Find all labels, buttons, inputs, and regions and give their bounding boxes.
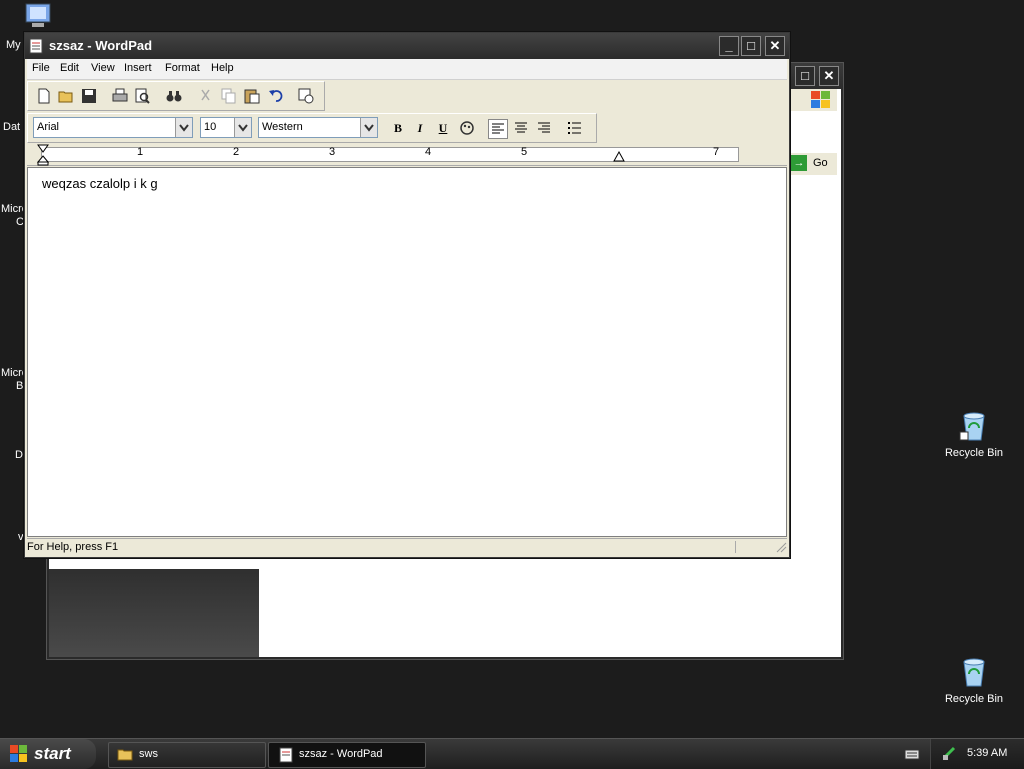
ruler-number: 5: [521, 146, 528, 158]
menu-bar: File Edit View Insert Format Help: [27, 59, 787, 80]
desktop-label-b: B: [16, 380, 24, 392]
task-label-sws: sws: [139, 748, 158, 760]
align-right-icon[interactable]: [535, 119, 553, 137]
date-time-icon[interactable]: [298, 88, 314, 104]
desktop-label-v[interactable]: v: [18, 531, 24, 543]
maximize-button[interactable]: □: [741, 36, 761, 56]
computer-icon: [25, 3, 51, 27]
windows-flag-icon: [10, 745, 27, 762]
save-icon[interactable]: [81, 88, 97, 104]
new-document-icon[interactable]: [36, 88, 52, 104]
menu-edit[interactable]: Edit: [60, 62, 79, 74]
wordpad-titlebar[interactable]: szsaz - WordPad _ □ ✕: [25, 33, 789, 59]
menu-help[interactable]: Help: [211, 62, 234, 74]
system-tray: 5:39 AM: [930, 739, 1024, 769]
undo-icon[interactable]: [268, 88, 284, 104]
recycle-bin-desktop-icon-2[interactable]: Recycle Bin: [936, 656, 1012, 705]
bullets-icon[interactable]: [566, 119, 584, 137]
background-close-button[interactable]: ✕: [819, 66, 839, 86]
start-label: start: [34, 744, 71, 763]
font-size-combo[interactable]: 10: [200, 117, 252, 138]
script-combo[interactable]: Western: [258, 117, 378, 138]
status-panel: [735, 541, 766, 553]
start-button[interactable]: start: [0, 739, 96, 769]
ruler[interactable]: 1 2 3 4 5 7: [27, 143, 787, 166]
desktop-label-c: C: [16, 216, 24, 228]
align-left-icon[interactable]: [488, 119, 508, 139]
copy-icon[interactable]: [221, 88, 237, 104]
italic-button[interactable]: I: [411, 119, 429, 137]
my-computer-icon[interactable]: [22, 2, 56, 32]
minimize-button[interactable]: _: [719, 36, 739, 56]
go-arrow-icon: →: [791, 155, 807, 171]
ruler-number: 1: [137, 146, 144, 158]
wordpad-app-icon: [29, 38, 43, 54]
menu-view[interactable]: View: [91, 62, 115, 74]
print-preview-icon[interactable]: [134, 88, 150, 104]
font-name-combo[interactable]: Arial: [33, 117, 193, 138]
go-label: Go: [813, 157, 828, 169]
ruler-number: 7: [713, 146, 720, 158]
align-center-icon[interactable]: [512, 119, 530, 137]
desktop-label-dat[interactable]: Dat: [3, 121, 20, 133]
task-button-sws[interactable]: sws: [108, 742, 266, 768]
paste-icon[interactable]: [244, 88, 260, 104]
status-bar: For Help, press F1: [27, 538, 787, 555]
color-palette-icon[interactable]: [458, 119, 476, 137]
chevron-down-icon[interactable]: [360, 118, 377, 137]
task-label-wordpad: szsaz - WordPad: [299, 748, 383, 760]
font-name-value: Arial: [37, 121, 60, 133]
folder-icon: [117, 749, 133, 761]
windows-flag-icon: [811, 91, 830, 108]
font-size-value: 10: [204, 121, 217, 133]
cut-icon[interactable]: [198, 88, 214, 104]
windows-logo-area: [789, 89, 837, 111]
ruler-number: 4: [425, 146, 432, 158]
print-icon[interactable]: [112, 88, 128, 104]
standard-toolbar: [27, 81, 325, 111]
menu-file[interactable]: File: [32, 62, 50, 74]
wordpad-window[interactable]: szsaz - WordPad _ □ ✕ File Edit View Ins…: [24, 32, 790, 558]
status-text: For Help, press F1: [27, 541, 119, 553]
wordpad-title: szsaz - WordPad: [49, 38, 153, 53]
resize-grip-icon[interactable]: [775, 541, 787, 553]
go-button[interactable]: → Go: [789, 153, 837, 175]
wordpad-icon: [279, 747, 293, 763]
document-text[interactable]: weqzas czalolp i k g: [42, 176, 158, 191]
recycle-bin-desktop-icon-1[interactable]: Recycle Bin: [936, 410, 1012, 459]
left-indent-marker-icon[interactable]: [37, 144, 49, 166]
ruler-number: 3: [329, 146, 336, 158]
menu-format[interactable]: Format: [165, 62, 200, 74]
right-indent-marker-icon[interactable]: [613, 151, 625, 163]
clock[interactable]: 5:39 AM: [967, 747, 1007, 759]
recycle-bin-label-2: Recycle Bin: [944, 693, 1004, 705]
chevron-down-icon[interactable]: [175, 118, 192, 137]
taskbar: start sws szsaz - WordPad 5:39 AM: [0, 738, 1024, 769]
background-side-panel: [49, 569, 259, 657]
ruler-track: [41, 147, 739, 162]
format-bar: Arial 10 Western B I U: [27, 113, 597, 143]
close-button[interactable]: ✕: [765, 36, 785, 56]
ruler-number: 2: [233, 146, 240, 158]
network-icon[interactable]: [941, 745, 957, 761]
chevron-down-icon[interactable]: [234, 118, 251, 137]
bold-button[interactable]: B: [389, 119, 407, 137]
recycle-bin-label-1: Recycle Bin: [944, 447, 1004, 459]
open-folder-icon[interactable]: [58, 88, 74, 104]
menu-insert[interactable]: Insert: [124, 62, 152, 74]
underline-button[interactable]: U: [434, 119, 452, 137]
background-maximize-button[interactable]: □: [795, 66, 815, 86]
recycle-bin-icon: [963, 658, 985, 687]
recycle-bin-icon: [959, 412, 985, 441]
document-area[interactable]: weqzas czalolp i k g: [27, 167, 787, 537]
find-icon[interactable]: [166, 88, 182, 104]
desktop-label-my[interactable]: My: [6, 39, 21, 51]
task-button-wordpad[interactable]: szsaz - WordPad: [268, 742, 426, 768]
keyboard-icon[interactable]: [904, 747, 920, 761]
desktop-label-d[interactable]: D: [15, 449, 23, 461]
script-value: Western: [262, 121, 303, 133]
